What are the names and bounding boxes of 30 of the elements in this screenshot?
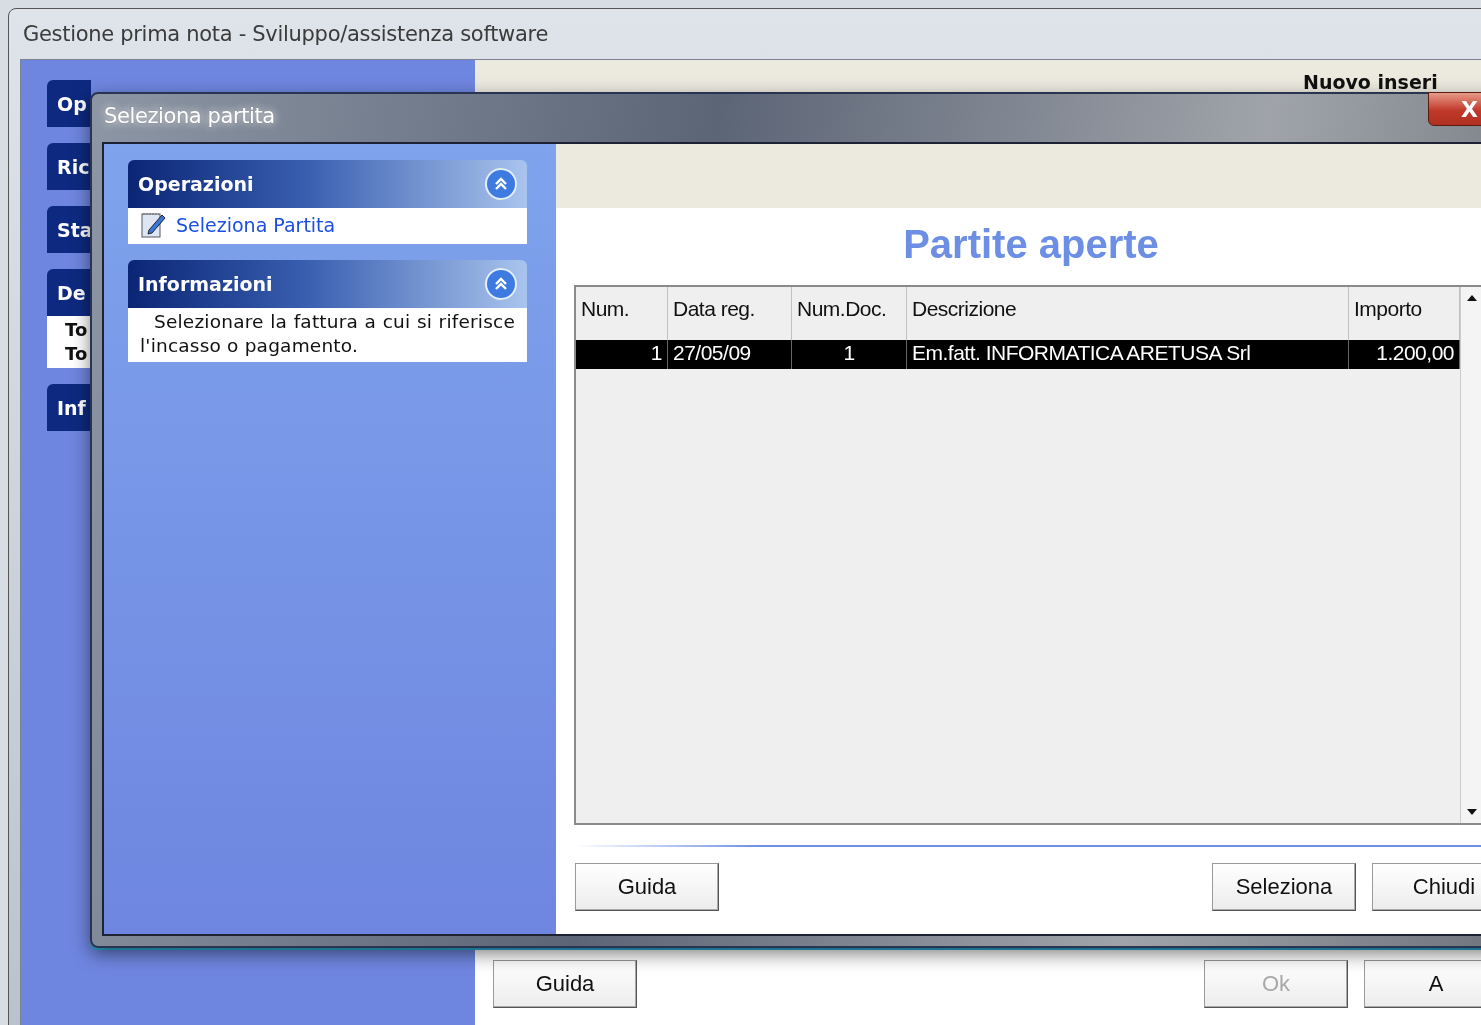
window-title: Gestione prima nota - Sviluppo/assistenza software <box>22 21 549 48</box>
scroll-bar[interactable] <box>1460 287 1481 823</box>
dialog-button[interactable]: Seleziona <box>1212 863 1356 911</box>
collapse-button[interactable] <box>485 268 517 300</box>
window-button[interactable]: A <box>1364 960 1481 1008</box>
sidebar-group-header[interactable]: Ric <box>47 143 91 190</box>
section-heading: Partite aperte <box>902 222 1160 267</box>
table-cell: 27/05/09 <box>668 340 792 369</box>
panel-title: Informazioni <box>138 273 273 295</box>
sidebar-item[interactable]: To <box>65 318 91 342</box>
table-cell: 1.200,00 <box>1349 340 1460 369</box>
dialog-button[interactable]: Guida <box>575 863 719 911</box>
sidebar-group-header[interactable]: Op <box>47 80 91 127</box>
task-link[interactable]: Seleziona Partita <box>140 210 515 240</box>
dialog-button[interactable]: Chiudi <box>1372 863 1481 911</box>
table-cell: 1 <box>792 340 907 369</box>
table-cell: 1 <box>576 340 668 369</box>
page-heading: Nuovo inseri <box>1303 71 1438 93</box>
sidebar-item[interactable]: To <box>65 342 91 366</box>
window-button[interactable]: Guida <box>493 960 637 1008</box>
sidebar-group-header[interactable]: Inf <box>47 384 91 431</box>
panel-title: Operazioni <box>138 173 254 195</box>
info-text: Selezionare la fattura a cui si riferisce l'incasso o pagamento. <box>140 310 515 358</box>
table-cell: Em.fatt. INFORMATICA ARETUSA Srl <box>907 340 1349 369</box>
notepad-pencil-icon <box>140 210 168 240</box>
collapse-button[interactable] <box>485 168 517 200</box>
close-button[interactable]: X <box>1428 92 1481 126</box>
sidebar-group-header[interactable]: Sta <box>47 206 91 253</box>
sidebar-group-header[interactable]: De <box>47 269 91 316</box>
dialog-title: Seleziona partita <box>104 104 275 128</box>
